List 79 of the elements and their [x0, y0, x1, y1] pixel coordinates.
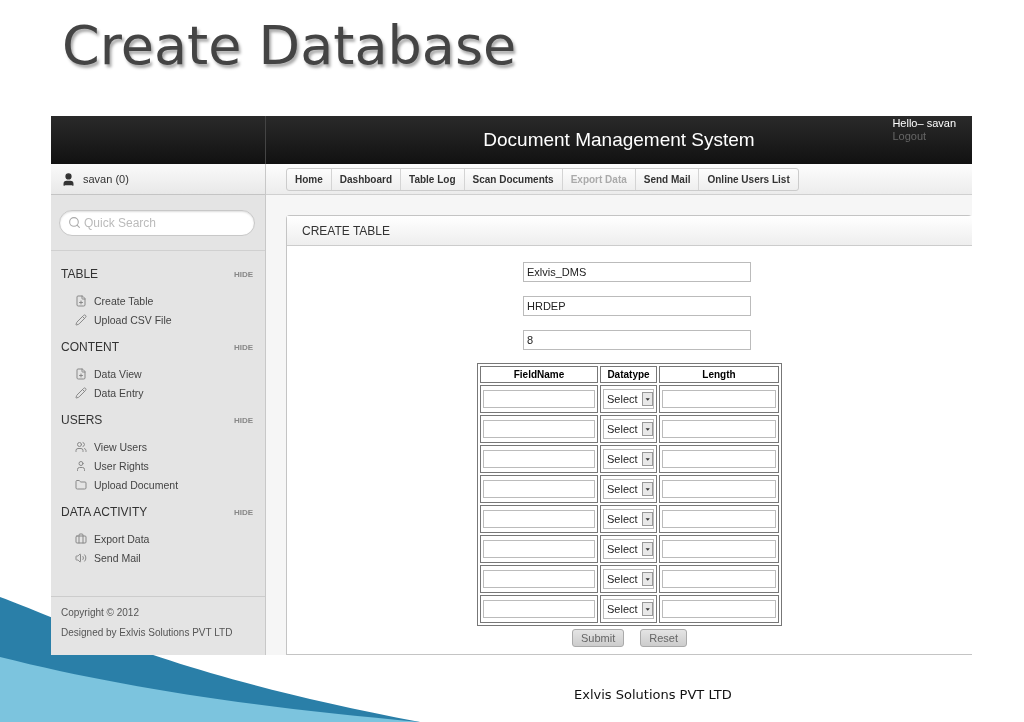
length-input[interactable] [662, 420, 776, 438]
breadcrumb-link[interactable]: Dashboard [331, 168, 402, 190]
section-title: CONTENT [61, 340, 119, 354]
length-input[interactable] [662, 480, 776, 498]
caret-icon [641, 512, 653, 526]
caret-icon [641, 392, 653, 406]
caret-icon [641, 452, 653, 466]
datatype-select[interactable]: Select [603, 389, 654, 409]
input-field[interactable]: 8 [523, 330, 751, 350]
input-field[interactable]: HRDEP [523, 296, 751, 316]
user-icon [61, 171, 76, 187]
datatype-select[interactable]: Select [603, 479, 654, 499]
fieldname-input[interactable] [483, 510, 595, 528]
section-title: TABLE [61, 267, 99, 281]
input-field[interactable]: Exlvis_DMS [523, 262, 751, 282]
datatype-select[interactable]: Select [603, 539, 654, 559]
fieldname-input[interactable] [483, 600, 595, 618]
sidebar-item[interactable]: Send Mail [51, 548, 265, 567]
item-icon [75, 294, 87, 307]
sidebar-item[interactable]: Data View [51, 364, 265, 383]
fieldname-input[interactable] [483, 480, 595, 498]
section-title: USERS [61, 413, 103, 427]
user-name: savan (0) [83, 173, 129, 185]
caret-icon [641, 482, 653, 496]
item-icon [75, 478, 87, 491]
slide-title: Create Database [62, 13, 517, 79]
search-field[interactable]: Quick Search [59, 209, 255, 236]
form-button[interactable]: Reset [640, 629, 687, 647]
breadcrumb-link[interactable]: Send Mail [635, 168, 700, 190]
breadcrumb-link[interactable]: Online Users List [699, 168, 798, 190]
column-header: Length [659, 366, 779, 383]
breadcrumb-link[interactable]: Scan Documents [464, 168, 563, 190]
sidebar-item[interactable]: View Users [51, 437, 265, 456]
caret-icon [641, 542, 653, 556]
item-icon [75, 313, 87, 326]
caret-icon [641, 602, 653, 616]
fieldname-input[interactable] [483, 420, 595, 438]
datatype-select[interactable]: Select [603, 449, 654, 469]
search-icon [68, 215, 81, 229]
item-icon [75, 459, 87, 472]
item-icon [75, 551, 87, 564]
sidebar-item[interactable]: Export Data [51, 529, 265, 548]
app-title: Document Management System [483, 129, 755, 151]
sidebar-item[interactable]: Data Entry [51, 383, 265, 402]
datatype-select[interactable]: Select [603, 599, 654, 619]
sidebar-item[interactable]: Upload CSV File [51, 310, 265, 329]
sidebar-item[interactable]: User Rights [51, 456, 265, 475]
caret-icon [641, 422, 653, 436]
datatype-select[interactable]: Select [603, 419, 654, 439]
column-header: FieldName [480, 366, 598, 383]
length-input[interactable] [662, 450, 776, 468]
sidebar-item[interactable]: Upload Document [51, 475, 265, 494]
slide-footer: Exlvis Solutions PVT LTD [574, 687, 732, 702]
greeting-text: Hello– savan [892, 117, 956, 130]
panel-title: CREATE TABLE [302, 223, 391, 238]
section-title: DATA ACTIVITY [61, 505, 148, 519]
breadcrumb-link[interactable]: Table Log [401, 168, 465, 190]
fieldname-input[interactable] [483, 540, 595, 558]
length-input[interactable] [662, 600, 776, 618]
copyright-text: Copyright © 2012 [61, 607, 140, 618]
sidebar-item[interactable]: Create Table [51, 291, 265, 310]
length-input[interactable] [662, 570, 776, 588]
datatype-select[interactable]: Select [603, 569, 654, 589]
length-input[interactable] [662, 390, 776, 408]
datatype-select[interactable]: Select [603, 509, 654, 529]
designer-credit: Designed by Exlvis Solutions PVT LTD [61, 627, 234, 638]
caret-icon [641, 572, 653, 586]
breadcrumb-link[interactable]: Home [287, 168, 332, 190]
form-button[interactable]: Submit [572, 629, 625, 647]
fieldname-input[interactable] [483, 450, 595, 468]
length-input[interactable] [662, 540, 776, 558]
item-icon [75, 440, 87, 453]
item-icon [75, 386, 87, 399]
fieldname-input[interactable] [483, 570, 595, 588]
length-input[interactable] [662, 510, 776, 528]
item-icon [75, 367, 87, 380]
column-header: Datatype [600, 366, 657, 383]
fieldname-input[interactable] [483, 390, 595, 408]
item-icon [75, 532, 87, 545]
